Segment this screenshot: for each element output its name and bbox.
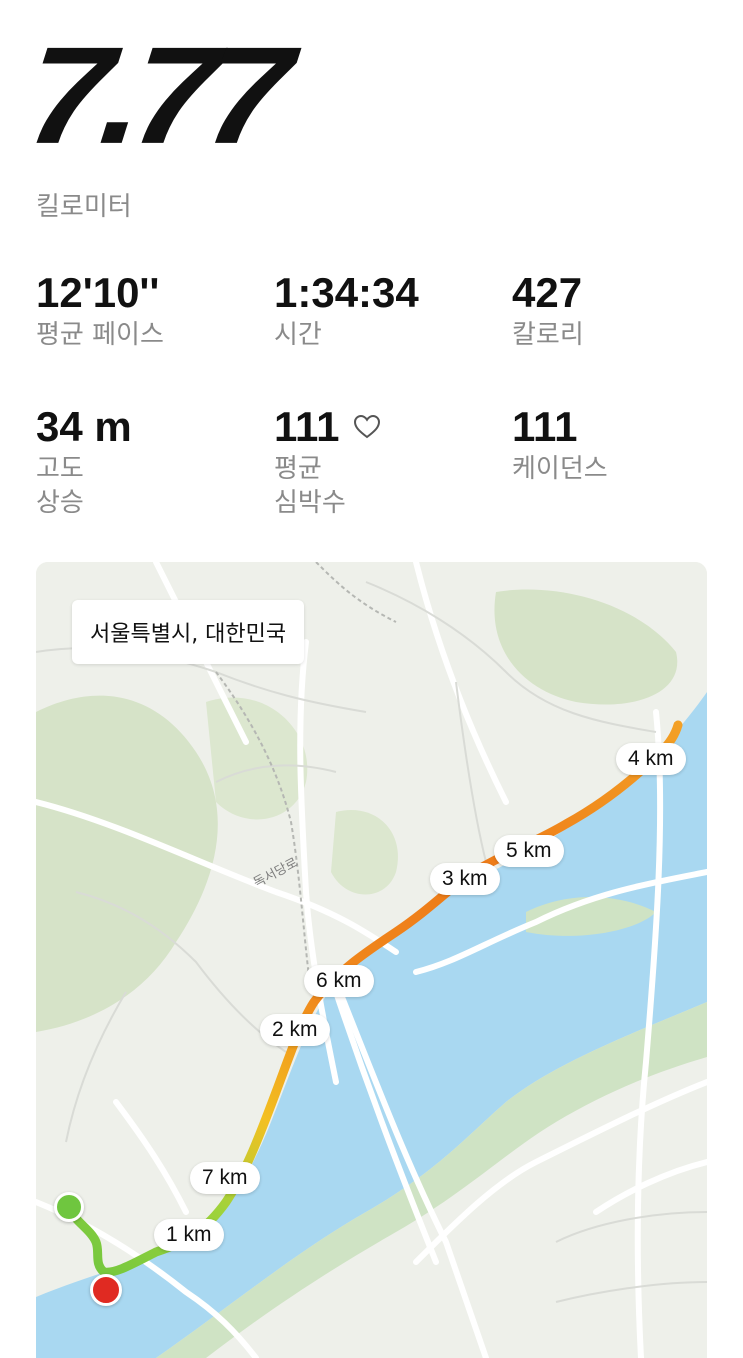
start-pin [54, 1192, 84, 1222]
elevation-label: 고도 상승 [36, 454, 84, 518]
pace-value: 12'10'' [36, 269, 160, 316]
heart-rate-value: 111 [274, 403, 340, 450]
km-marker-7: 7 km [190, 1162, 260, 1194]
distance-value: 7.77 [20, 17, 289, 173]
km-marker-2: 2 km [260, 1014, 330, 1046]
calories-stat: 427 칼로리 [512, 272, 584, 352]
km-marker-5: 5 km [494, 835, 564, 867]
calories-value: 427 [512, 269, 583, 316]
cadence-value: 111 [512, 403, 578, 450]
km-marker-6: 6 km [304, 965, 374, 997]
location-chip[interactable]: 서울특별시, 대한민국 [72, 600, 305, 664]
cadence-label: 케이던스 [512, 454, 608, 484]
time-stat: 1:34:34 시간 [274, 272, 419, 352]
time-value: 1:34:34 [274, 269, 419, 316]
elevation-stat: 34 m 고도 상승 [36, 406, 132, 520]
calories-label: 칼로리 [512, 320, 584, 350]
end-pin [90, 1274, 122, 1306]
heart-rate-label: 평균 심박수 [274, 454, 346, 518]
route-map[interactable]: 서울특별시, 대한민국 독서당로 1 km 2 km 3 km 4 km 5 k… [36, 562, 707, 1358]
km-marker-1: 1 km [154, 1219, 224, 1251]
distance-unit: 킬로미터 [36, 192, 132, 222]
elevation-value: 34 m [36, 403, 132, 450]
heart-outline-icon [354, 414, 381, 439]
km-marker-3: 3 km [430, 863, 500, 895]
km-marker-4: 4 km [616, 743, 686, 775]
pace-stat: 12'10'' 평균 페이스 [36, 272, 164, 352]
pace-label: 평균 페이스 [36, 320, 164, 350]
cadence-stat: 111 케이던스 [512, 406, 608, 486]
heart-rate-stat: 111 평균 심박수 [274, 406, 381, 520]
map-canvas [36, 562, 707, 1358]
time-label: 시간 [274, 320, 322, 350]
